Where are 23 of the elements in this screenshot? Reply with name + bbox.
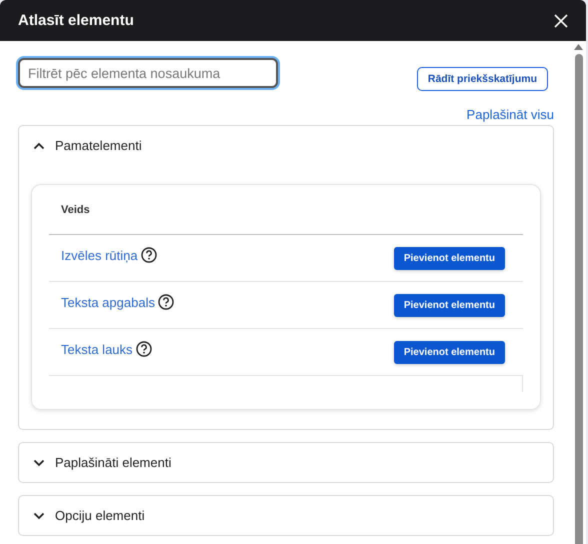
scroll-up-icon[interactable] [574,44,583,50]
add-element-button[interactable]: Pievienot elementu [394,294,505,316]
search-field[interactable]: Filtrēt pēc elementa nosaukuma [18,58,278,88]
element-link[interactable]: Izvēles rūtiņa [61,248,138,262]
close-icon [554,14,568,28]
add-element-button[interactable]: Pievienot elementu [394,246,505,270]
column-header: Veids [61,204,90,216]
add-element-button[interactable]: Pievienot elementu [394,340,505,364]
section-header[interactable]: Opciju elementi [19,496,553,535]
help-icon[interactable] [158,294,174,310]
help-icon[interactable] [136,341,152,357]
element-link[interactable]: Teksta apgabals [61,294,155,310]
section-header[interactable]: Pamatelementi [19,126,553,165]
chevron-up-icon [33,142,45,150]
help-icon[interactable] [140,247,157,263]
window-title: Atlasīt elementu [18,12,134,29]
preview-button[interactable]: Rādīt priekšskatījumu [416,67,548,91]
chevron-down-icon [33,458,45,466]
element-link[interactable]: Teksta lauks [61,342,133,356]
section-header[interactable]: Paplašināti elementi [19,443,553,482]
chevron-down-icon [33,512,45,520]
close-button[interactable] [554,14,568,28]
expand-all-link[interactable]: Paplašināt visu [466,107,554,122]
